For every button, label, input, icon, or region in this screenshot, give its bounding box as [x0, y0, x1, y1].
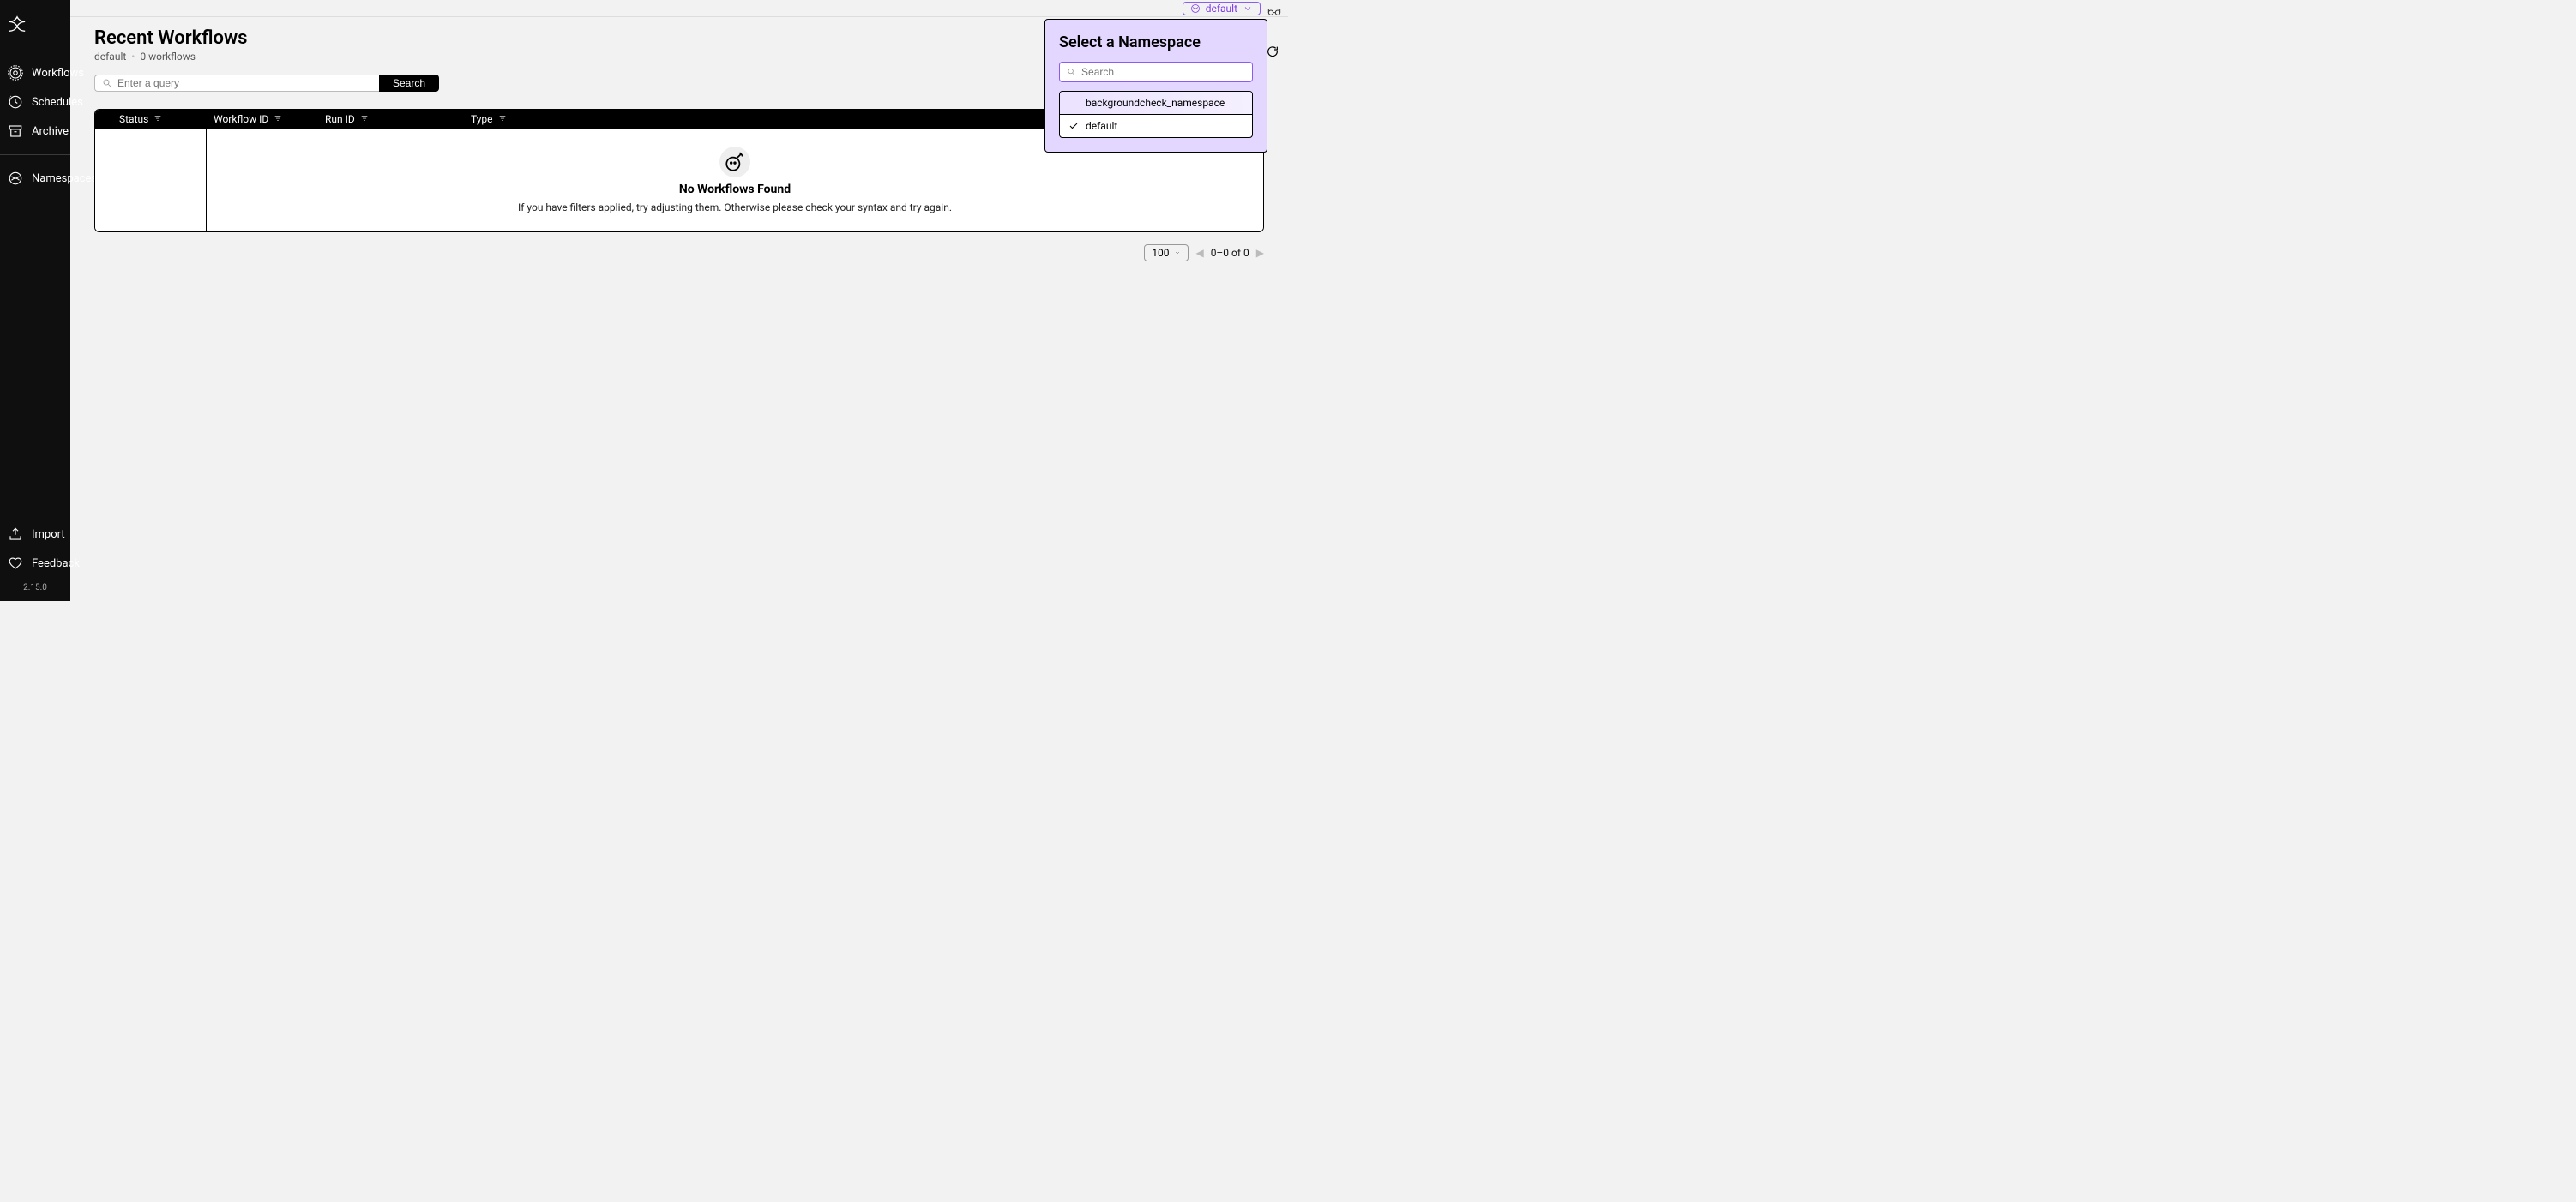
workflow-count: 0 workflows: [140, 51, 196, 63]
popover-title: Select a Namespace: [1059, 33, 1253, 51]
pager-next[interactable]: ▶: [1256, 247, 1264, 259]
namespace-icon: [1190, 3, 1201, 14]
sidebar-nav-primary: Workflows Schedules Archive: [0, 58, 70, 146]
archive-icon: [8, 123, 23, 139]
search-icon: [1067, 67, 1076, 77]
th-status[interactable]: Status: [95, 113, 207, 125]
refresh-button[interactable]: [1266, 45, 1279, 62]
divider: [0, 154, 70, 155]
search-button[interactable]: Search: [379, 75, 439, 92]
import-icon: [8, 526, 23, 542]
sidebar-nav-secondary: Namespaces: [0, 164, 70, 193]
namespace-selector-label: default: [1206, 3, 1237, 15]
th-workflow-id[interactable]: Workflow ID: [207, 113, 318, 125]
pager-range-bottom: 0–0 of 0: [1211, 247, 1249, 259]
empty-message: If you have filters applied, try adjusti…: [518, 201, 952, 213]
sidebar-nav-bottom: Import Feedback: [0, 520, 70, 578]
pager-bottom: 100 ◀ 0–0 of 0 ▶: [94, 244, 1264, 261]
sidebar-item-namespaces[interactable]: Namespaces: [0, 164, 70, 193]
labs-icon[interactable]: [1267, 3, 1281, 14]
namespace-list: backgroundcheck_namespace default: [1059, 91, 1253, 138]
namespaces-icon: [8, 171, 23, 186]
namespace-item-backgroundcheck[interactable]: backgroundcheck_namespace: [1060, 92, 1252, 115]
th-run-id[interactable]: Run ID: [318, 113, 464, 125]
dot-separator: •: [131, 51, 135, 63]
filter-icon: [153, 113, 162, 125]
sidebar-item-import[interactable]: Import: [0, 520, 70, 549]
namespace-popover: Select a Namespace backgroundcheck_names…: [1044, 19, 1267, 153]
sidebar-item-archive[interactable]: Archive: [0, 117, 70, 146]
sidebar-item-feedback[interactable]: Feedback: [0, 549, 70, 578]
namespace-item-label: default: [1086, 120, 1117, 132]
chevron-down-icon: [1174, 249, 1181, 256]
check-icon: [1068, 121, 1079, 131]
namespace-item-default[interactable]: default: [1060, 115, 1252, 137]
topbar: default: [70, 0, 1288, 17]
sidebar: Workflows Schedules Archive Namespaces I…: [0, 0, 70, 601]
page-namespace: default: [94, 51, 126, 63]
empty-icon: [719, 147, 750, 177]
search-input[interactable]: [117, 77, 372, 89]
feedback-icon: [8, 556, 23, 571]
namespace-search-input[interactable]: [1081, 66, 1245, 78]
sidebar-item-workflows[interactable]: Workflows: [0, 58, 70, 87]
sidebar-item-label: Import: [32, 528, 65, 541]
table-leftcol: [95, 129, 207, 231]
page-size-select[interactable]: 100: [1144, 244, 1189, 261]
schedules-icon: [8, 94, 23, 110]
search-icon: [102, 75, 112, 92]
sidebar-item-label: Archive: [32, 125, 69, 138]
temporal-logo-icon: [8, 15, 27, 34]
version-label: 2.15.0: [0, 578, 70, 594]
namespace-selector[interactable]: default: [1183, 2, 1261, 15]
filter-icon: [274, 113, 282, 125]
chevron-down-icon: [1243, 3, 1253, 14]
filter-icon: [498, 113, 507, 125]
search-box[interactable]: [94, 75, 379, 92]
main: default Recent Workflows default • 0 wor…: [70, 0, 1288, 601]
pager-prev[interactable]: ◀: [1195, 247, 1203, 259]
empty-title: No Workflows Found: [679, 183, 791, 196]
logo: [0, 7, 70, 58]
namespace-item-label: backgroundcheck_namespace: [1086, 97, 1225, 109]
workflows-icon: [8, 65, 23, 81]
namespace-search-box[interactable]: [1059, 62, 1253, 82]
filter-icon: [360, 113, 369, 125]
sidebar-item-schedules[interactable]: Schedules: [0, 87, 70, 117]
